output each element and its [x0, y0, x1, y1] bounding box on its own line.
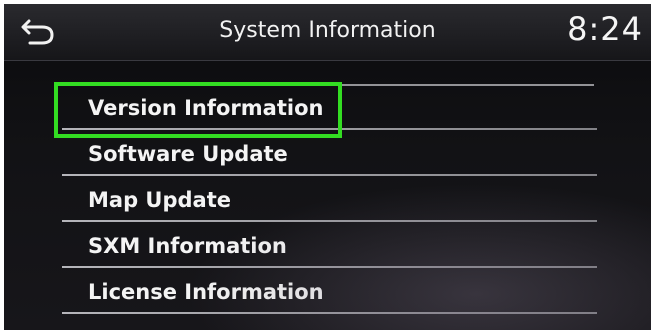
- menu-item-license-information[interactable]: License Information: [62, 274, 597, 314]
- menu-item-software-update[interactable]: Software Update: [62, 136, 597, 176]
- menu-item-label: Software Update: [88, 142, 288, 166]
- menu-item-sxm-information[interactable]: SXM Information: [62, 228, 597, 268]
- clock: 8:24: [567, 10, 643, 48]
- header-bar: System Information 8:24: [4, 4, 651, 61]
- selection-highlight: [54, 82, 342, 138]
- divider: [62, 266, 597, 268]
- menu-item-label: Map Update: [88, 188, 231, 212]
- menu-item-map-update[interactable]: Map Update: [62, 182, 597, 222]
- divider: [62, 174, 597, 176]
- menu-item-label: SXM Information: [88, 234, 287, 258]
- divider: [62, 220, 597, 222]
- infotainment-screen: System Information 8:24 Version Informat…: [4, 4, 651, 330]
- menu-item-label: License Information: [88, 280, 324, 304]
- page-title: System Information: [219, 18, 436, 43]
- divider: [62, 312, 597, 314]
